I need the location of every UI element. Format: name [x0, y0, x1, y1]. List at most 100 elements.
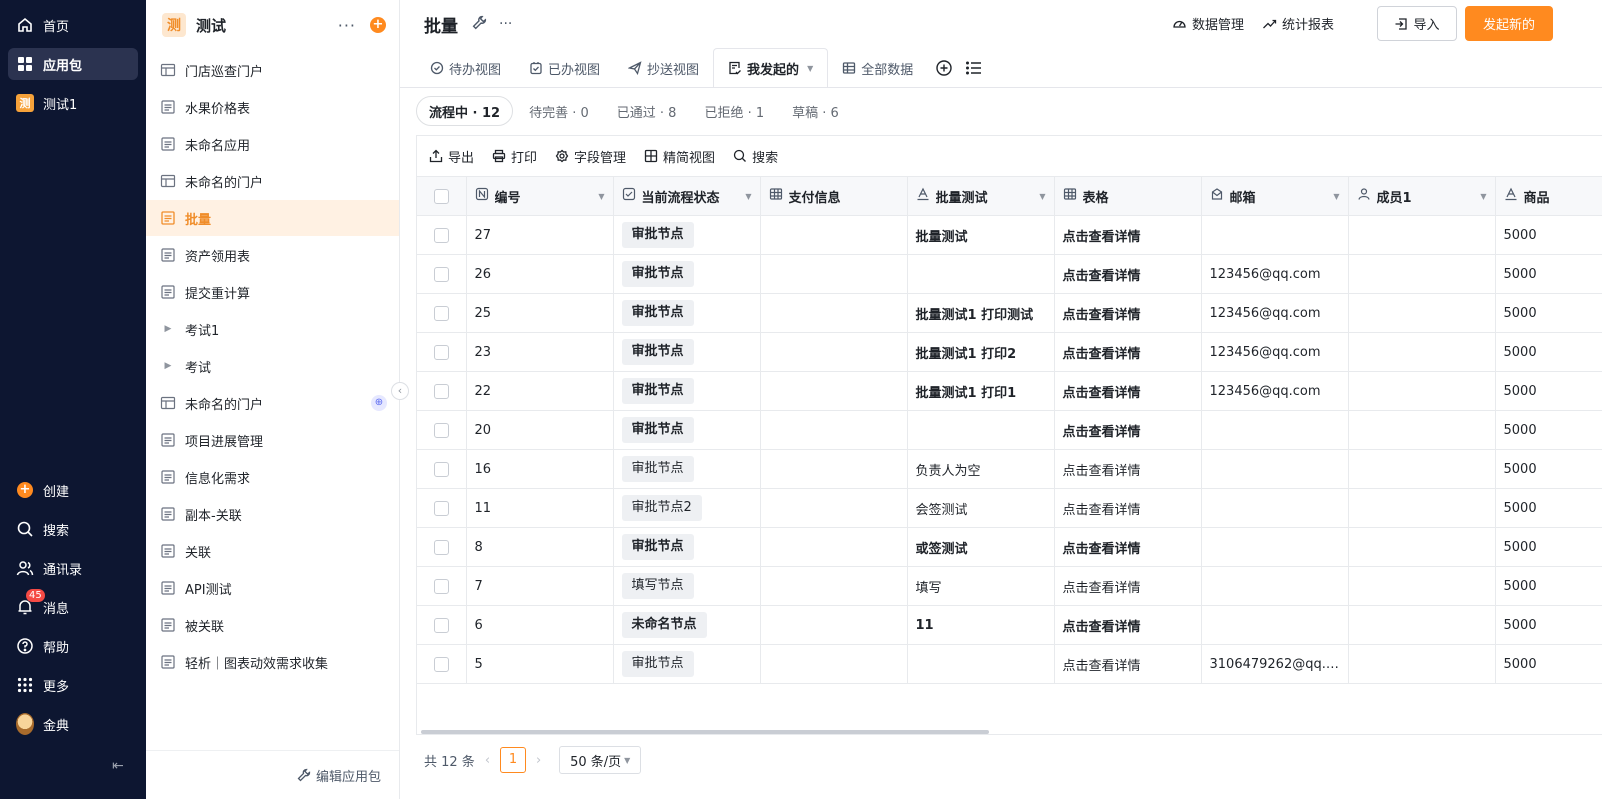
- cell-grid-link[interactable]: 点击查看详情: [1054, 488, 1202, 528]
- row-checkbox[interactable]: [417, 488, 467, 528]
- table-row[interactable]: 16 审批节点 负责人为空 点击查看详情 5000: [417, 449, 1602, 489]
- sidebar-item[interactable]: 批量: [146, 200, 399, 236]
- sidebar-item[interactable]: 轻析｜图表动效需求收集: [146, 644, 399, 680]
- nav-item-messages[interactable]: 45 消息: [8, 589, 138, 623]
- sidebar-item[interactable]: 副本-关联: [146, 496, 399, 532]
- more-icon[interactable]: ···: [499, 16, 512, 32]
- sidebar-item[interactable]: 未命名的门户: [146, 163, 399, 199]
- cell-grid-link[interactable]: 点击查看详情: [1054, 293, 1202, 333]
- filter-in-progress[interactable]: 流程中 · 12: [416, 96, 514, 126]
- nav-item-help[interactable]: 帮助: [8, 630, 138, 662]
- sidebar-item[interactable]: 关联: [146, 533, 399, 569]
- table-row[interactable]: 11 审批节点2 会签测试 点击查看详情 5000: [417, 488, 1602, 528]
- next-page-icon[interactable]: ›: [536, 753, 541, 768]
- add-icon[interactable]: +: [370, 17, 386, 33]
- column-header[interactable]: 商品: [1495, 176, 1602, 216]
- nav-item-more[interactable]: 更多: [8, 669, 138, 701]
- tab-done[interactable]: 已办视图: [515, 48, 614, 88]
- page-size-select[interactable]: 50 条/页 ▼: [559, 746, 642, 774]
- cell-grid-link[interactable]: 点击查看详情: [1054, 449, 1202, 489]
- caret-right-icon[interactable]: ▶: [160, 324, 176, 334]
- row-checkbox[interactable]: [417, 605, 467, 645]
- sidebar-item[interactable]: 项目进展管理: [146, 422, 399, 458]
- tab-all-data[interactable]: 全部数据: [828, 48, 927, 88]
- page-1-button[interactable]: 1: [500, 747, 527, 773]
- sidebar-item[interactable]: 门店巡查门户: [146, 52, 399, 88]
- table-row[interactable]: 6 未命名节点 11 点击查看详情 5000: [417, 605, 1602, 645]
- caret-right-icon[interactable]: ▶: [160, 361, 176, 371]
- add-view-icon[interactable]: [935, 59, 953, 77]
- cell-grid-link[interactable]: 点击查看详情: [1054, 254, 1202, 294]
- collapse-icon[interactable]: ⇤: [112, 758, 124, 774]
- tab-cc[interactable]: 抄送视图: [614, 48, 713, 88]
- sidebar-toggle-icon[interactable]: ‹: [391, 382, 409, 400]
- cell-grid-link[interactable]: 点击查看详情: [1054, 566, 1202, 606]
- tab-my-started[interactable]: 我发起的 ▼: [713, 48, 829, 88]
- sidebar-item[interactable]: 被关联: [146, 607, 399, 643]
- edit-app-package-button[interactable]: 编辑应用包: [146, 750, 399, 799]
- sidebar-item[interactable]: 提交重计算: [146, 274, 399, 310]
- row-checkbox[interactable]: [417, 332, 467, 372]
- nav-item-apps[interactable]: 应用包: [8, 48, 138, 80]
- import-button[interactable]: 导入: [1377, 6, 1457, 41]
- select-all-checkbox[interactable]: [417, 176, 467, 216]
- prev-page-icon[interactable]: ‹: [485, 753, 490, 768]
- table-row[interactable]: 22 审批节点 批量测试1 打印1 点击查看详情 123456@qq.com 5000: [417, 371, 1602, 411]
- sidebar-item[interactable]: ▶ 考试: [146, 348, 399, 384]
- table-row[interactable]: 23 审批节点 批量测试1 打印2 点击查看详情 123456@qq.com 5000: [417, 332, 1602, 372]
- compact-view-button[interactable]: 精简视图: [644, 147, 715, 166]
- start-new-button[interactable]: 发起新的: [1465, 6, 1553, 41]
- nav-item-create[interactable]: + 创建: [8, 474, 138, 506]
- sidebar-item[interactable]: 水果价格表: [146, 89, 399, 125]
- cell-grid-link[interactable]: 点击查看详情: [1054, 410, 1202, 450]
- column-header[interactable]: 编号 ▼: [466, 176, 614, 216]
- row-checkbox[interactable]: [417, 566, 467, 606]
- chevron-down-icon[interactable]: ▼: [1480, 192, 1486, 201]
- cell-grid-link[interactable]: 点击查看详情: [1054, 527, 1202, 567]
- field-management-button[interactable]: 字段管理: [555, 147, 626, 166]
- view-list-icon[interactable]: [965, 59, 983, 77]
- filter-pending[interactable]: 待完善 · 0: [517, 96, 601, 126]
- nav-item-user[interactable]: 金典: [8, 708, 138, 740]
- cell-grid-link[interactable]: 点击查看详情: [1054, 644, 1202, 684]
- table-row[interactable]: 25 审批节点 批量测试1 打印测试 点击查看详情 123456@qq.com 5000: [417, 293, 1602, 333]
- nav-item-test1[interactable]: 测 测试1: [8, 87, 138, 119]
- table-row[interactable]: 26 审批节点 点击查看详情 123456@qq.com 5000: [417, 254, 1602, 294]
- cell-grid-link[interactable]: 点击查看详情: [1054, 605, 1202, 645]
- globe-icon[interactable]: ⊕: [371, 395, 387, 411]
- row-checkbox[interactable]: [417, 449, 467, 489]
- row-checkbox[interactable]: [417, 293, 467, 333]
- table-row[interactable]: 5 审批节点 点击查看详情 3106479262@qq.c... 5000: [417, 644, 1602, 684]
- horizontal-scrollbar[interactable]: [421, 730, 989, 734]
- print-button[interactable]: 打印: [492, 147, 537, 166]
- sidebar-item[interactable]: 资产领用表: [146, 237, 399, 273]
- nav-item-home[interactable]: 首页: [8, 9, 138, 41]
- table-row[interactable]: 8 审批节点 或签测试 点击查看详情 5000: [417, 527, 1602, 567]
- cell-grid-link[interactable]: 点击查看详情: [1054, 332, 1202, 372]
- chevron-down-icon[interactable]: ▼: [1039, 192, 1045, 201]
- data-management-button[interactable]: 数据管理: [1172, 14, 1244, 33]
- tab-todo[interactable]: 待办视图: [416, 48, 515, 88]
- column-header[interactable]: 邮箱 ▼: [1201, 176, 1349, 216]
- column-header[interactable]: 成员1 ▼: [1348, 176, 1496, 216]
- sidebar-item[interactable]: 信息化需求: [146, 459, 399, 495]
- chevron-down-icon[interactable]: ▼: [745, 192, 751, 201]
- sidebar-item[interactable]: 未命名应用: [146, 126, 399, 162]
- chevron-down-icon[interactable]: ▼: [807, 64, 813, 73]
- row-checkbox[interactable]: [417, 371, 467, 411]
- row-checkbox[interactable]: [417, 410, 467, 450]
- more-icon[interactable]: ···: [338, 16, 356, 35]
- filter-approved[interactable]: 已通过 · 8: [605, 96, 689, 126]
- chevron-down-icon[interactable]: ▼: [598, 192, 604, 201]
- row-checkbox[interactable]: [417, 644, 467, 684]
- column-header[interactable]: 表格: [1054, 176, 1202, 216]
- column-header[interactable]: 批量测试 ▼: [907, 176, 1055, 216]
- nav-item-search[interactable]: 搜索: [8, 513, 138, 545]
- column-header[interactable]: 支付信息: [760, 176, 908, 216]
- sidebar-item[interactable]: ▶ 考试1: [146, 311, 399, 347]
- row-checkbox[interactable]: [417, 527, 467, 567]
- table-row[interactable]: 27 审批节点 批量测试 点击查看详情 5000: [417, 215, 1602, 255]
- table-row[interactable]: 7 填写节点 填写 点击查看详情 5000: [417, 566, 1602, 606]
- row-checkbox[interactable]: [417, 215, 467, 255]
- row-checkbox[interactable]: [417, 254, 467, 294]
